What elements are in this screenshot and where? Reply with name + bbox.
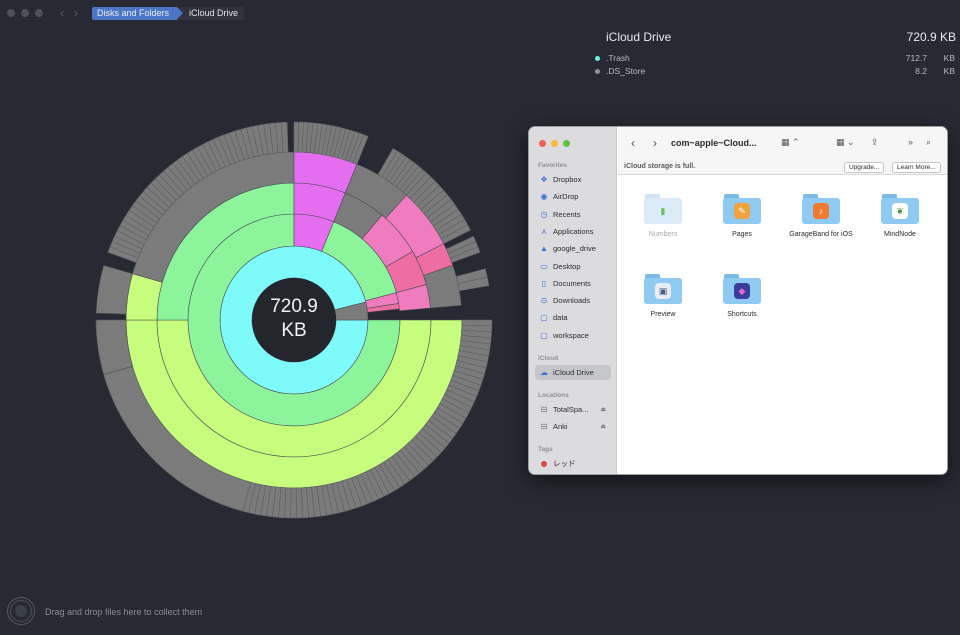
finder-sidebar: Favorites ❖ Dropbox ◉ AirDrop ◷ Recents ⋏ Appli… — [529, 127, 617, 474]
sidebar-item-totalspaces[interactable]: ⊟ TotalSpa... ⏏ — [535, 402, 611, 417]
sidebar-item-data[interactable]: ▢ data — [535, 310, 611, 325]
folder-icon: ◆ — [723, 274, 761, 304]
share-icon[interactable]: ⇪ — [871, 137, 879, 148]
folder-icon: ♪ — [802, 194, 840, 224]
finder-toolbar: ‹ › com~apple~Cloud... ▦ ⌃ ▦ ⌄ ⇪ » ⌕ — [618, 127, 947, 160]
sidebar-item-label: google_drive — [553, 244, 596, 254]
sidebar-item-workspace[interactable]: ▢ workspace — [535, 328, 611, 343]
sidebar-item-anki[interactable]: ⊟ Anki ⏏ — [535, 419, 611, 434]
airdrop-icon: ◉ — [540, 192, 548, 202]
file-name: Pages — [732, 231, 752, 238]
icloud-icon: ☁ — [540, 368, 548, 377]
file-name: MindNode — [884, 231, 916, 238]
sidebar-item-desktop[interactable]: ▭ Desktop — [535, 259, 611, 274]
file-name: GarageBand for iOS — [789, 231, 853, 238]
downloads-icon: ⊙ — [540, 296, 548, 306]
sidebar-item-label: Dropbox — [553, 175, 582, 184]
sidebar-item-label: AirDrop — [553, 192, 579, 202]
forward-arrow-icon[interactable]: › — [653, 136, 657, 150]
finder-minimize-button[interactable] — [551, 140, 558, 147]
folder-icon: ▢ — [540, 330, 548, 340]
folder-icon: ▢ — [540, 313, 548, 323]
google-drive-icon: ▲ — [540, 244, 548, 254]
icon-view-icon[interactable]: ▦ ⌃ — [781, 137, 800, 148]
file-item-mindnode[interactable]: ❦ MindNode — [865, 194, 935, 239]
search-icon[interactable]: ⌕ — [926, 137, 931, 148]
back-arrow-icon[interactable]: ‹ — [631, 136, 635, 150]
sunburst-segment[interactable] — [290, 487, 297, 519]
sidebar-item-google-drive[interactable]: ▲ google_drive — [535, 241, 611, 256]
app-badge-icon: ♪ — [813, 203, 829, 219]
sidebar-item-label: TotalSpa... — [553, 405, 589, 414]
sunburst-center-label: 720.9 KB — [250, 295, 338, 343]
file-item-preview[interactable]: ▣ Preview — [628, 274, 698, 319]
applications-icon: ⋏ — [541, 226, 547, 236]
sidebar-section-tags: Tags — [538, 446, 553, 453]
upgrade-button[interactable]: Upgrade... — [844, 162, 885, 173]
folder-icon: ✎ — [723, 194, 761, 224]
app-badge-icon: ▣ — [655, 283, 671, 299]
file-item-shortcuts[interactable]: ◆ Shortcuts — [707, 274, 777, 319]
collect-drop-icon[interactable] — [7, 597, 35, 625]
file-item-garageband-for-ios[interactable]: ♪ GarageBand for iOS — [786, 194, 856, 239]
folder-icon: ▮ — [644, 194, 682, 224]
more-toolbar-icon[interactable]: » — [908, 137, 913, 147]
finder-window-controls — [539, 140, 570, 147]
sunburst-segment[interactable] — [295, 487, 303, 519]
sidebar-item-icloud-drive[interactable]: ☁ iCloud Drive — [535, 365, 611, 380]
finder-window[interactable]: Favorites ❖ Dropbox ◉ AirDrop ◷ Recents ⋏ Appli… — [528, 126, 948, 475]
red-tag-dot — [541, 460, 547, 467]
drop-zone-text: Drag and drop files here to collect them — [45, 607, 203, 617]
center-size-value: 720.9 — [270, 296, 318, 317]
app-badge-icon: ❦ — [892, 203, 908, 219]
sidebar-item-applications[interactable]: ⋏ Applications — [535, 224, 611, 239]
file-item-pages[interactable]: ✎ Pages — [707, 194, 777, 239]
sidebar-item-label: Desktop — [553, 261, 581, 271]
finder-path-title: com~apple~Cloud... — [671, 138, 757, 148]
sidebar-item-label: Documents — [553, 278, 591, 288]
documents-icon: ▯ — [541, 278, 547, 288]
eject-icon[interactable]: ⏏ — [600, 406, 606, 413]
learn-more-button[interactable]: Learn More... — [892, 162, 941, 173]
folder-icon: ▣ — [644, 274, 682, 304]
center-size-unit: KB — [281, 320, 307, 341]
sidebar-item-label: レッド — [553, 459, 576, 468]
file-name: Shortcuts — [727, 311, 757, 318]
sidebar-item-label: Recents — [553, 209, 581, 219]
file-name: Preview — [650, 311, 676, 318]
sidebar-item-downloads[interactable]: ⊙ Downloads — [535, 293, 611, 308]
sidebar-item-tag-red[interactable]: レッド — [535, 456, 611, 471]
sidebar-item-label: iCloud Drive — [553, 368, 594, 377]
disk-icon: ⊟ — [540, 405, 548, 414]
sidebar-section-icloud: iCloud — [538, 355, 559, 362]
recents-icon: ◷ — [540, 209, 548, 219]
sidebar-item-label: Applications — [553, 226, 594, 236]
app-badge-icon: ▮ — [655, 203, 671, 219]
folder-icon: ❦ — [881, 194, 919, 224]
sidebar-section-locations: Locations — [538, 392, 569, 399]
finder-close-button[interactable] — [539, 140, 546, 147]
sidebar-item-dropbox[interactable]: ❖ Dropbox — [535, 172, 611, 187]
sidebar-item-label: Downloads — [553, 296, 591, 306]
sidebar-item-documents[interactable]: ▯ Documents — [535, 276, 611, 291]
app-badge-icon: ✎ — [734, 203, 750, 219]
storage-full-message: iCloud storage is full. — [624, 163, 696, 170]
sidebar-item-recents[interactable]: ◷ Recents — [535, 207, 611, 222]
storage-full-banner: iCloud storage is full. Upgrade... Learn… — [618, 160, 947, 175]
disk-icon: ⊟ — [540, 422, 548, 431]
eject-icon[interactable]: ⏏ — [600, 423, 606, 430]
finder-zoom-button[interactable] — [563, 140, 570, 147]
app-badge-icon: ◆ — [734, 283, 750, 299]
desktop-icon: ▭ — [540, 261, 548, 271]
file-item-numbers[interactable]: ▮ Numbers — [628, 194, 698, 239]
group-by-icon[interactable]: ▦ ⌄ — [836, 137, 855, 148]
sidebar-item-label: Anki — [553, 422, 568, 431]
sidebar-item-airdrop[interactable]: ◉ AirDrop — [535, 189, 611, 204]
dropbox-icon: ❖ — [540, 175, 548, 184]
file-name: Numbers — [648, 231, 678, 238]
sidebar-section-favorites: Favorites — [538, 162, 567, 169]
sidebar-item-label: data — [553, 313, 568, 323]
sidebar-item-label: workspace — [553, 330, 589, 340]
finder-file-grid: ▮ Numbers ✎ Pages ♪ GarageBand for iOS ❦ MindNo… — [618, 176, 947, 474]
